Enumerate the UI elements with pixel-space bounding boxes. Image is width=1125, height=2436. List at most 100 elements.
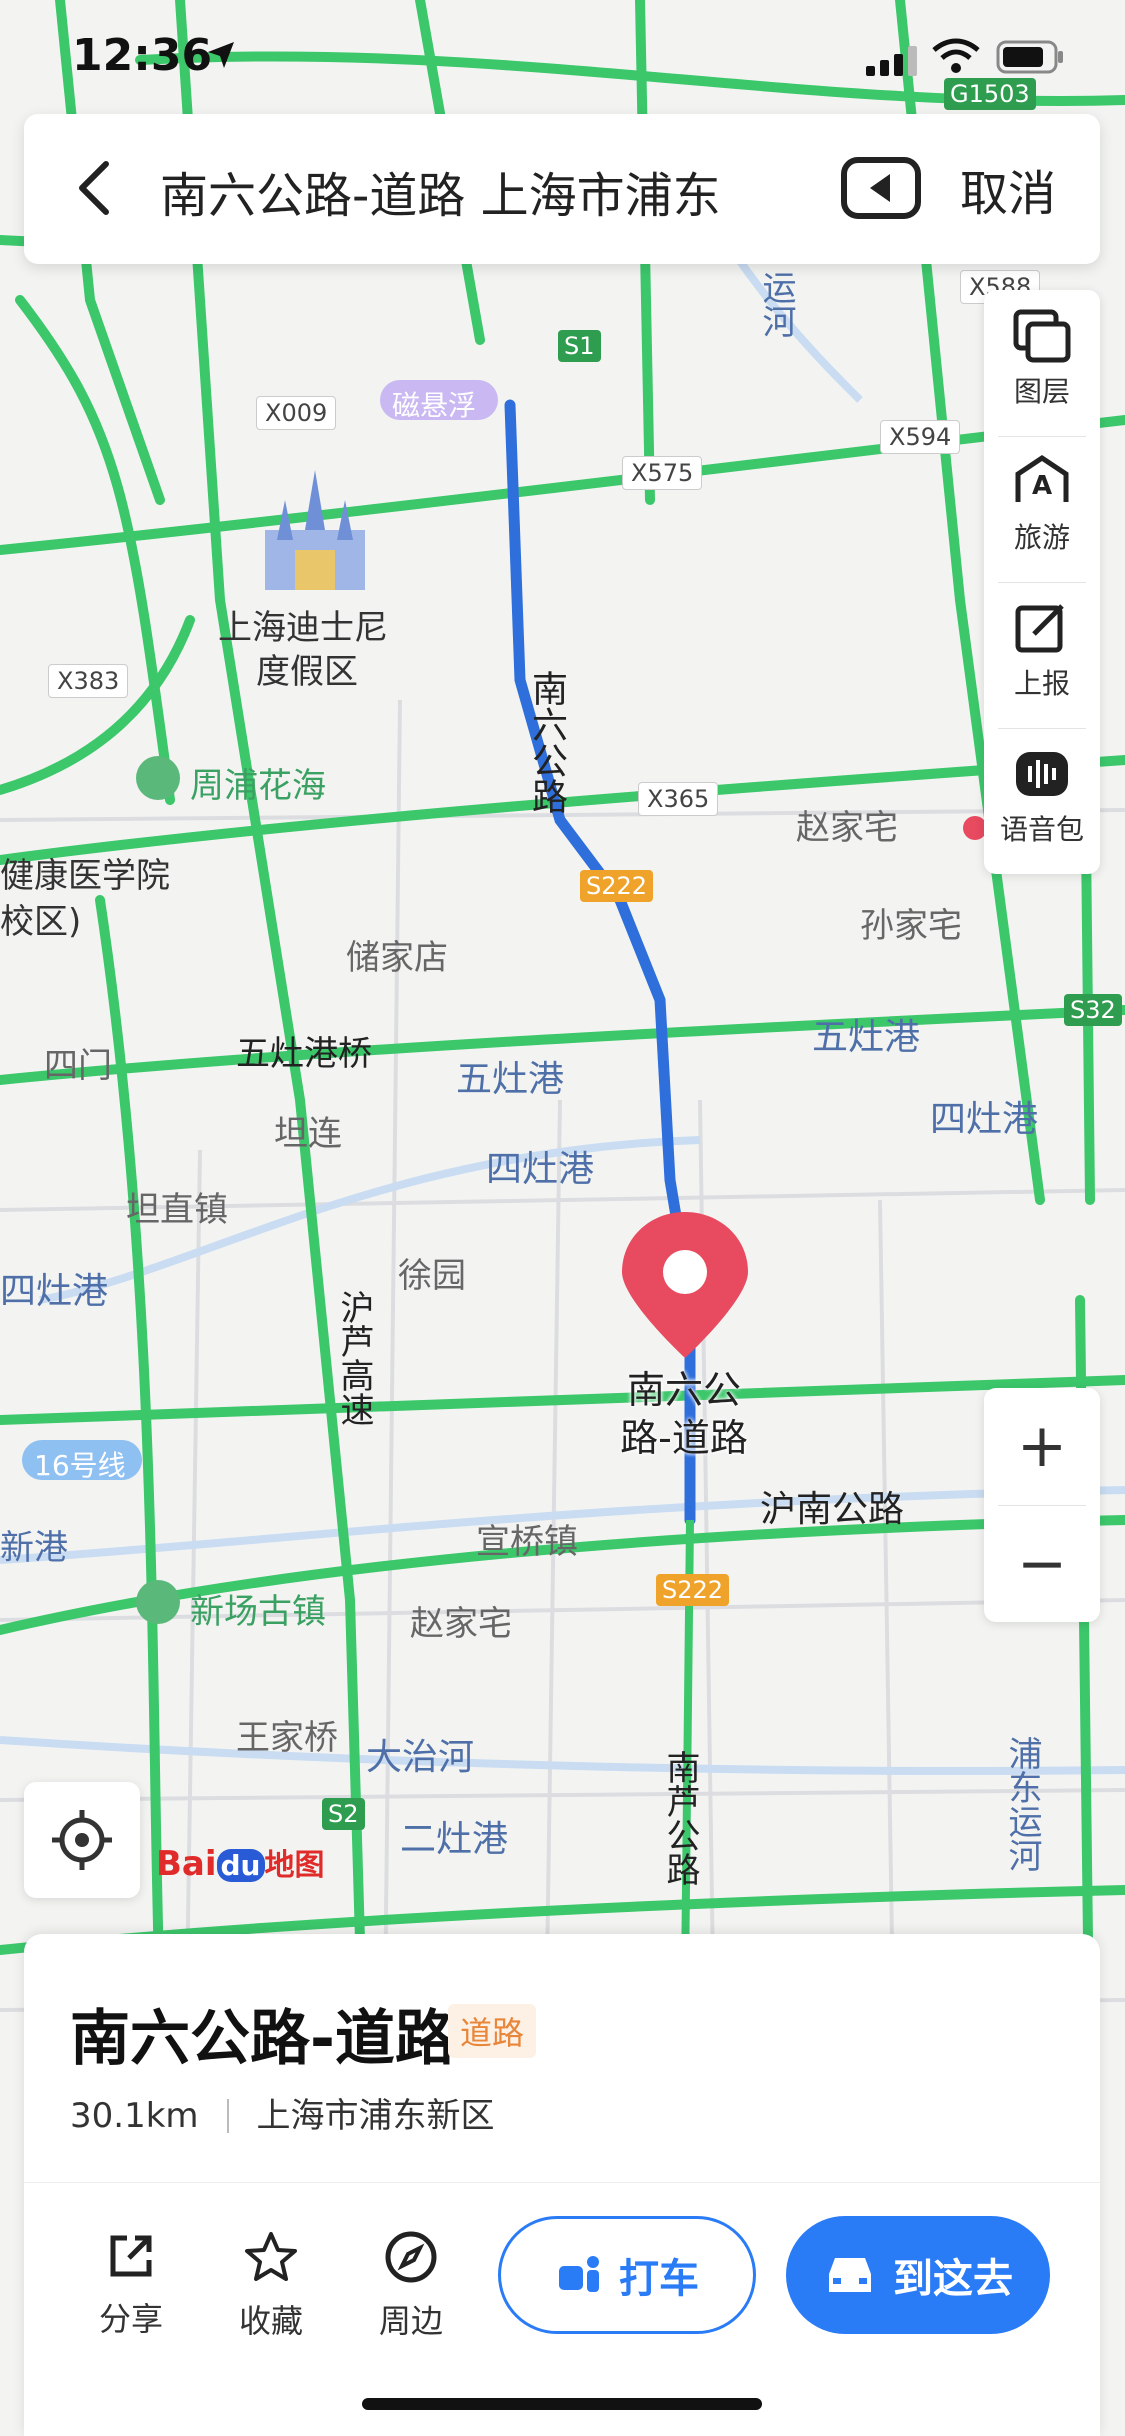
status-bar: 12:36 bbox=[0, 0, 1125, 110]
pin-label: 南六公路-道路 bbox=[620, 1368, 748, 1460]
zoom-out-button[interactable]: − bbox=[984, 1506, 1100, 1622]
cellular-signal-icon bbox=[866, 46, 918, 80]
back-chevron-icon[interactable] bbox=[74, 158, 114, 222]
map-label-hunan-road: 沪南公路 bbox=[760, 1489, 905, 1530]
tool-report[interactable]: 上报 bbox=[984, 582, 1100, 728]
navigate-label: 到这去 bbox=[893, 2256, 1013, 2302]
divider bbox=[24, 2182, 1100, 2183]
map-label-wangjiaqiao: 王家桥 bbox=[236, 1718, 338, 1758]
map-label-xuanqiao: 宣桥镇 bbox=[476, 1522, 578, 1562]
logo-map-text: 地图 bbox=[264, 1848, 325, 1883]
crosshair-icon bbox=[52, 1810, 112, 1870]
map-label-simen: 四门 bbox=[44, 1046, 112, 1086]
map-label-sizaogang-east: 四灶港 bbox=[930, 1099, 1039, 1140]
road-shield: S222 bbox=[580, 870, 654, 902]
map-label-tanlian: 坦连 bbox=[274, 1114, 342, 1154]
report-icon bbox=[1015, 604, 1064, 653]
location-arrow-icon bbox=[206, 40, 236, 74]
search-bar: 南六公路-道路 上海市浦东 取消 bbox=[24, 114, 1100, 264]
tool-travel-label: 旅游 bbox=[1013, 521, 1070, 554]
tool-report-label: 上报 bbox=[1013, 667, 1070, 700]
map-label-tanzhi: 坦直镇 bbox=[126, 1190, 228, 1230]
favorite-label: 收藏 bbox=[238, 2302, 303, 2340]
cancel-button[interactable]: 取消 bbox=[960, 154, 1056, 224]
map-label-zhaojiazhai-2: 赵家宅 bbox=[410, 1604, 512, 1644]
nearby-label: 周边 bbox=[378, 2302, 443, 2340]
map-label-dazhi-river: 大治河 bbox=[366, 1737, 475, 1778]
place-title: 南六公路-道路 bbox=[70, 2004, 455, 2074]
place-location: 上海市浦东新区 bbox=[256, 2096, 495, 2136]
map-label-xuyuan: 徐园 bbox=[398, 1256, 466, 1296]
voice-pack-icon bbox=[1016, 752, 1068, 796]
place-meta: 30.1km 上海市浦东新区 bbox=[70, 2088, 495, 2137]
share-label: 分享 bbox=[98, 2300, 163, 2338]
logo-text: Bai bbox=[156, 1844, 217, 1884]
tool-layers-label: 图层 bbox=[1013, 375, 1070, 408]
map-label-sizaogang-west: 四灶港 bbox=[0, 1271, 109, 1312]
tool-voice-pack[interactable]: 语音包 bbox=[984, 728, 1100, 874]
baidu-map-logo: Bai du 地图 bbox=[156, 1840, 325, 1884]
travel-icon: A bbox=[1015, 454, 1069, 502]
taxi-button[interactable]: 打车 bbox=[498, 2216, 756, 2334]
map-label-nanlu-road: 南芦公路 bbox=[660, 1750, 700, 1886]
map-label-chujiadian: 储家店 bbox=[346, 938, 448, 978]
road-shield: X594 bbox=[880, 420, 961, 454]
place-distance: 30.1km bbox=[70, 2096, 199, 2136]
map-poi-disney-line1[interactable]: 上海迪士尼 bbox=[218, 600, 388, 649]
tool-travel[interactable]: A 旅游 bbox=[984, 436, 1100, 582]
nearby-button[interactable]: 周边 bbox=[356, 2230, 466, 2342]
road-shield: X365 bbox=[638, 782, 719, 816]
wifi-icon bbox=[932, 38, 980, 80]
location-pin[interactable] bbox=[620, 1210, 750, 1360]
star-icon bbox=[245, 2232, 297, 2281]
car-icon bbox=[829, 2258, 871, 2292]
road-shield: S2 bbox=[322, 1798, 365, 1830]
share-button[interactable]: 分享 bbox=[76, 2230, 186, 2340]
road-shield: X575 bbox=[622, 456, 703, 490]
share-icon bbox=[110, 2235, 152, 2277]
tool-voice-pack-label: 语音包 bbox=[999, 813, 1084, 846]
place-type-badge: 道路 bbox=[448, 2004, 537, 2058]
map-label-erzaogang: 二灶港 bbox=[400, 1819, 509, 1860]
home-indicator[interactable] bbox=[362, 2398, 762, 2410]
road-shield: S32 bbox=[1064, 994, 1122, 1026]
map-label-health: 健康医学院 bbox=[0, 856, 170, 896]
map-label-canal-north: 运河 bbox=[756, 270, 796, 338]
map-label-wuzaogang-east: 五灶港 bbox=[812, 1017, 921, 1058]
map-label-wuzaogang-bridge: 五灶港桥 bbox=[236, 1034, 372, 1074]
layers-icon bbox=[1013, 309, 1071, 363]
map-label-sizaogang: 四灶港 bbox=[486, 1149, 595, 1190]
road-shield: X383 bbox=[48, 664, 129, 698]
battery-icon bbox=[996, 40, 1066, 78]
compass-icon bbox=[385, 2231, 437, 2283]
favorite-button[interactable]: 收藏 bbox=[216, 2230, 326, 2342]
map-label-wuzaogang: 五灶港 bbox=[456, 1059, 565, 1100]
road-shield: X009 bbox=[256, 396, 337, 430]
search-query[interactable]: 南六公路-道路 上海市浦东 bbox=[160, 156, 721, 226]
map-label-zhaojiazhai: 赵家宅 bbox=[796, 808, 898, 848]
map-label-xinchang[interactable]: 新场古镇 bbox=[190, 1584, 326, 1633]
map-poi-disney-line2[interactable]: 度假区 bbox=[256, 644, 358, 693]
map-label-hulu-expressway: 沪芦高速 bbox=[334, 1290, 374, 1426]
taxi-icon bbox=[559, 2256, 599, 2292]
place-card: 南六公路-道路 道路 30.1km 上海市浦东新区 分享 收藏 周边 打车 到这去 bbox=[24, 1934, 1100, 2436]
map-label-line16: 16号线 bbox=[34, 1449, 126, 1482]
map-label-maglev: 磁悬浮 bbox=[392, 389, 477, 422]
zoom-in-button[interactable]: + bbox=[984, 1388, 1100, 1504]
map-label-campus: 校区) bbox=[0, 902, 82, 942]
ar-scan-icon[interactable] bbox=[840, 156, 922, 224]
map-label-sunjiazhai: 孙家宅 bbox=[860, 906, 962, 946]
locate-me-button[interactable] bbox=[24, 1782, 140, 1898]
map-tools-panel: 图层 A 旅游 上报 语音包 bbox=[984, 290, 1100, 874]
map-label-pudong-canal: 浦东运河 bbox=[1002, 1736, 1042, 1872]
tool-layers[interactable]: 图层 bbox=[984, 290, 1100, 436]
divider bbox=[226, 2099, 229, 2133]
navigate-button[interactable]: 到这去 bbox=[786, 2216, 1050, 2334]
taxi-label: 打车 bbox=[619, 2256, 699, 2302]
road-shield: S222 bbox=[656, 1574, 730, 1606]
road-shield: S1 bbox=[558, 330, 601, 362]
svg-text:A: A bbox=[1032, 471, 1052, 501]
status-time: 12:36 bbox=[72, 30, 213, 81]
map-label-route: 南六公路 bbox=[526, 670, 567, 814]
map-label-zhoupu[interactable]: 周浦花海 bbox=[190, 758, 326, 807]
